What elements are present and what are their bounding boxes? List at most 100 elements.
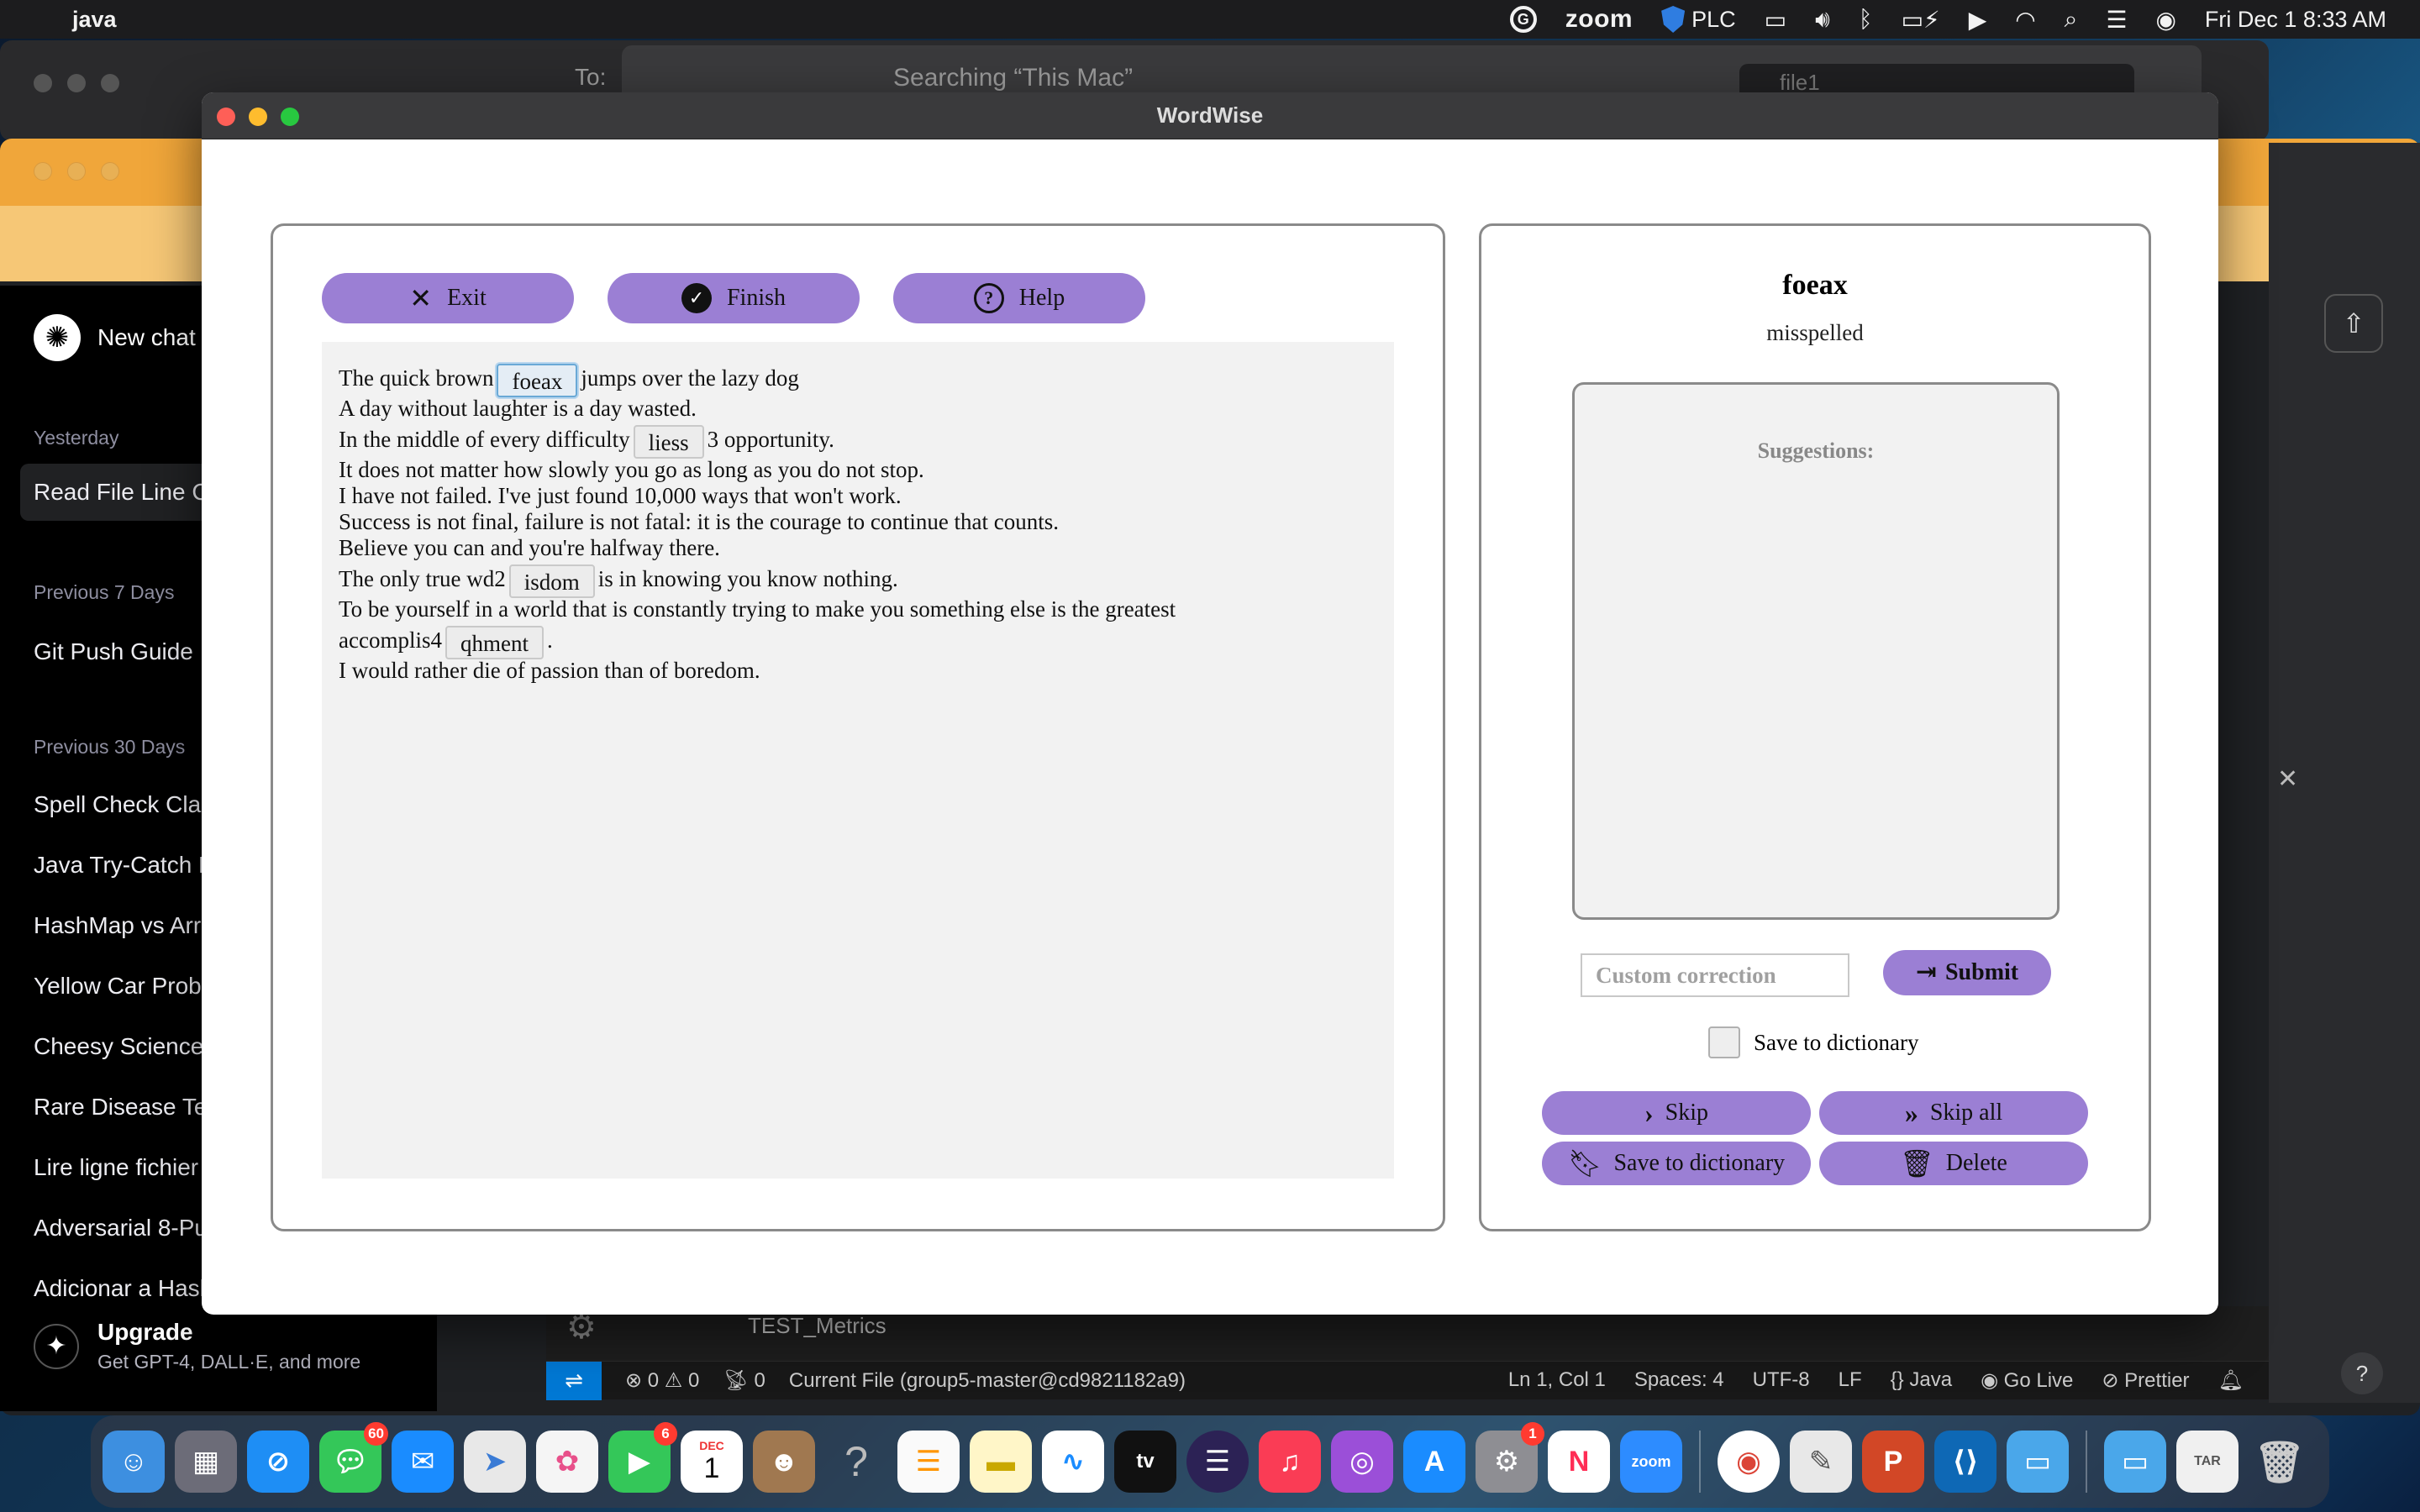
plc-menu-item[interactable]: PLC <box>1661 6 1736 33</box>
chrome-icon[interactable]: ◉ <box>1718 1431 1780 1493</box>
save-to-dictionary-button[interactable]: 🔖︎ Save to dictionary <box>1542 1142 1811 1185</box>
encoding-indicator[interactable]: UTF-8 <box>1753 1368 1810 1393</box>
menu-bar-clock[interactable]: Fri Dec 1 8:33 AM <box>2205 7 2386 33</box>
facetime-icon[interactable]: ▶ 6 <box>608 1422 677 1493</box>
close-icon[interactable]: ✕ <box>2277 764 2298 794</box>
reminders-icon[interactable]: ☰ <box>897 1431 960 1493</box>
misspelled-word-chip[interactable]: qhment <box>445 625 544 659</box>
skip-label: Skip <box>1665 1100 1708 1126</box>
problems-indicator[interactable]: ⊗ 0 ⚠ 0 <box>625 1368 699 1393</box>
window-title-bar[interactable]: WordWise <box>202 92 2218 139</box>
indentation-indicator[interactable]: Spaces: 4 <box>1634 1368 1724 1393</box>
delete-button[interactable]: 🗑︎ Delete <box>1819 1142 2088 1185</box>
help-button[interactable]: ? Help <box>893 273 1145 323</box>
misspelled-word-chip[interactable]: isdom <box>508 564 595 598</box>
system-settings-icon[interactable]: ⚙ 1 <box>1476 1422 1544 1493</box>
grammarly-icon[interactable]: G <box>1509 6 1537 33</box>
siri-icon[interactable]: ◉ <box>2155 6 2175 34</box>
go-live-button[interactable]: ◉ Go Live <box>1981 1368 2073 1393</box>
active-app-name[interactable]: java <box>72 7 117 33</box>
custom-correction-input[interactable] <box>1581 953 1849 997</box>
zoom-app-icon[interactable]: zoom <box>1620 1431 1682 1493</box>
finish-button[interactable]: ✓ Finish <box>608 273 860 323</box>
chevron-right-icon: › <box>1644 1098 1654 1128</box>
volume-icon[interactable]: 🔊︎ <box>1815 6 1830 34</box>
chat-item[interactable]: Git Push Guide <box>34 638 193 665</box>
zoom-menu-item[interactable]: zoom <box>1565 5 1633 34</box>
share-icon[interactable]: ⇧ <box>2324 294 2383 353</box>
chat-item[interactable]: Rare Disease Te <box>34 1094 207 1121</box>
save-to-dictionary-checkbox-row[interactable]: Save to dictionary <box>1708 1026 1918 1058</box>
launchpad-icon[interactable]: ▦ <box>175 1431 237 1493</box>
minimize-window-button[interactable] <box>249 108 267 126</box>
folder-icon[interactable]: ▭ <box>2007 1431 2069 1493</box>
control-center-icon[interactable]: ☰ <box>2106 6 2127 34</box>
language-indicator[interactable]: {} Java <box>1891 1368 1952 1393</box>
mail-icon[interactable]: ✉ <box>392 1431 454 1493</box>
music-icon[interactable]: ♫ <box>1259 1431 1321 1493</box>
wordwise-window: WordWise ✕ Exit ✓ Finish ? Help The quic… <box>202 92 2218 1315</box>
news-icon[interactable]: N <box>1548 1431 1610 1493</box>
run-config-indicator[interactable]: Current File (group5-master@cd9821182a9) <box>789 1369 1186 1393</box>
chat-item[interactable]: Cheesy Science <box>34 1033 203 1060</box>
podcasts-icon[interactable]: ◎ <box>1331 1431 1393 1493</box>
freeform-icon[interactable]: ∿ <box>1042 1431 1104 1493</box>
textedit-icon[interactable]: ✎ <box>1790 1431 1852 1493</box>
safari-icon[interactable]: ⊘ <box>247 1431 309 1493</box>
prettier-button[interactable]: ⊘ Prettier <box>2102 1368 2189 1393</box>
contacts-icon[interactable]: ☻ <box>753 1431 815 1493</box>
maximize-window-button[interactable] <box>281 108 299 126</box>
misspelled-word-chip[interactable]: liess <box>633 424 704 459</box>
notifications-bell-icon[interactable]: 🔔︎ <box>2218 1368 2244 1393</box>
photos-icon[interactable]: ✿ <box>536 1431 598 1493</box>
unknown-app-icon[interactable]: ? <box>825 1431 887 1493</box>
vscode-icon[interactable]: ⟨⟩ <box>1934 1431 1996 1493</box>
remote-indicator-icon[interactable]: ⇌ <box>546 1361 602 1400</box>
calendar-icon[interactable]: DEC 1 <box>681 1431 743 1493</box>
new-chat-button[interactable]: ✺ New chat <box>34 314 196 361</box>
save-to-dictionary-checkbox[interactable] <box>1708 1026 1740 1058</box>
chat-item[interactable]: Adversarial 8-Pu <box>34 1215 208 1242</box>
downloads-folder-icon[interactable]: ▭ <box>2104 1431 2166 1493</box>
suggestions-list[interactable]: Suggestions: <box>1572 382 2060 920</box>
display-icon[interactable]: ▭ <box>1765 6 1786 34</box>
eol-indicator[interactable]: LF <box>1839 1368 1862 1393</box>
bluetooth-icon[interactable]: ᛒ <box>1859 6 1873 33</box>
spotlight-search-icon[interactable]: ⌕ <box>2065 6 2078 34</box>
window-title: WordWise <box>1156 102 1264 128</box>
text-line: The quick brown foeax jumps over the lazy … <box>339 360 1377 397</box>
powerpoint-icon[interactable]: P <box>1862 1431 1924 1493</box>
text-line: A day without laughter is a day wasted. <box>339 396 697 421</box>
explorer-file-item[interactable]: TEST_Metrics <box>748 1313 886 1339</box>
upgrade-button[interactable]: ✦ Upgrade Get GPT-4, DALL·E, and more <box>34 1319 360 1373</box>
maps-icon[interactable]: ➤ <box>464 1431 526 1493</box>
help-icon[interactable]: ? <box>2341 1352 2383 1394</box>
trash-icon[interactable]: 🗑︎ <box>2249 1431 2311 1493</box>
eclipse-icon[interactable]: ☰ <box>1186 1431 1249 1493</box>
app-store-icon[interactable]: A <box>1403 1431 1465 1493</box>
ports-indicator[interactable]: 📡︎ 0 <box>723 1368 765 1393</box>
archive-file-icon[interactable]: TAR <box>2176 1431 2238 1493</box>
chat-item[interactable]: Adicionar a Hasl <box>34 1275 205 1302</box>
chat-item[interactable]: Spell Check Clas <box>34 791 213 818</box>
messages-icon[interactable]: 💬︎ 60 <box>319 1422 388 1493</box>
notes-icon[interactable]: ▬ <box>970 1431 1032 1493</box>
exit-button[interactable]: ✕ Exit <box>322 273 574 323</box>
wifi-icon[interactable]: ◠ <box>2015 6 2035 34</box>
chat-item[interactable]: Java Try-Catch E <box>34 852 214 879</box>
chat-item[interactable]: HashMap vs Arr <box>34 912 201 939</box>
misspelled-word-chip[interactable]: foeax <box>497 363 578 397</box>
battery-icon[interactable]: ▭⚡ <box>1902 6 1940 34</box>
document-text-area[interactable]: The quick brown foeax jumps over the lazy … <box>322 342 1394 1179</box>
text-fragment: In the middle of every difficulty <box>339 427 630 452</box>
close-window-button[interactable] <box>217 108 235 126</box>
cursor-position[interactable]: Ln 1, Col 1 <box>1508 1368 1606 1393</box>
skip-all-button[interactable]: » Skip all <box>1819 1091 2088 1135</box>
skip-button[interactable]: › Skip <box>1542 1091 1811 1135</box>
apple-tv-icon[interactable]: tv <box>1114 1431 1176 1493</box>
chat-item[interactable]: Yellow Car Proba <box>34 973 214 1000</box>
chat-item[interactable]: Lire ligne fichier <box>34 1154 198 1181</box>
finder-icon[interactable]: ☺ <box>103 1431 165 1493</box>
submit-button[interactable]: ⇥ Submit <box>1883 950 2051 995</box>
play-icon[interactable]: ▶ <box>1969 6 1987 34</box>
